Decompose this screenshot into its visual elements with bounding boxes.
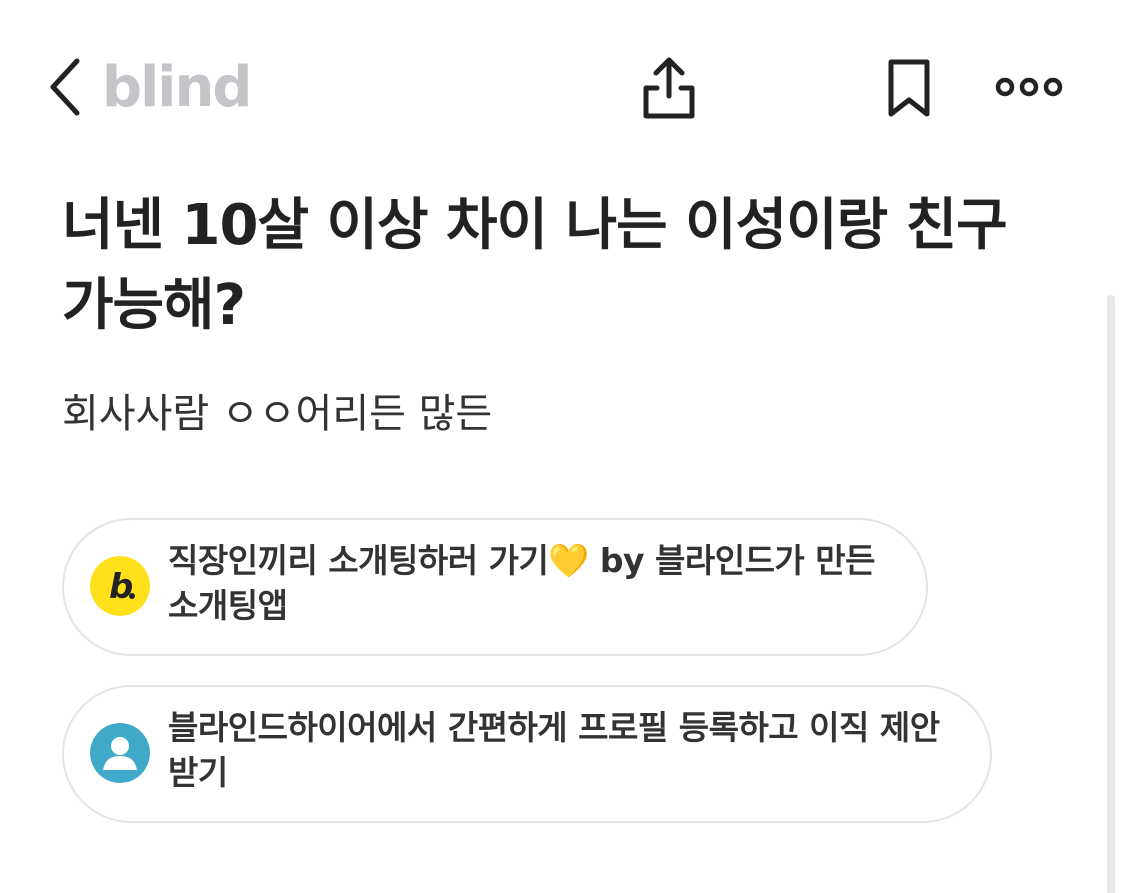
bookmark-icon xyxy=(888,59,930,117)
share-icon xyxy=(643,57,695,119)
bookmark-button[interactable] xyxy=(878,52,940,124)
svg-text:b: b xyxy=(109,567,133,607)
user-profile-icon xyxy=(90,723,150,783)
post-page: blind 너넨 10살 이상 차이 나는 이성이랑 친구 가능해? 회사사람 … xyxy=(0,0,1125,893)
post-title: 너넨 10살 이상 차이 나는 이성이랑 친구 가능해? xyxy=(62,193,1008,338)
post-body: 회사사람 ㅇㅇ어리든 많든 xyxy=(62,391,493,437)
more-options-button[interactable] xyxy=(990,66,1068,108)
chevron-left-icon xyxy=(50,58,80,116)
scrollbar[interactable] xyxy=(1107,295,1115,893)
top-nav: blind xyxy=(0,0,1125,175)
blind-b-logo-icon: b xyxy=(90,556,150,616)
share-button[interactable] xyxy=(636,52,702,124)
ad-card-text: 블라인드하이어에서 간편하게 프로필 등록하고 이직 제안 받기 xyxy=(168,708,940,792)
ad-card-blind-hire[interactable]: 블라인드하이어에서 간편하게 프로필 등록하고 이직 제안 받기 xyxy=(62,685,992,823)
ad-card-dating-app[interactable]: b 직장인끼리 소개팅하러 가기💛 by 블라인드가 만든 소개팅앱 xyxy=(62,518,928,656)
back-button[interactable] xyxy=(40,55,90,119)
blind-logo[interactable]: blind xyxy=(102,54,252,122)
ad-card-text: 직장인끼리 소개팅하러 가기💛 by 블라인드가 만든 소개팅앱 xyxy=(168,541,876,625)
more-horizontal-icon xyxy=(995,77,1063,97)
